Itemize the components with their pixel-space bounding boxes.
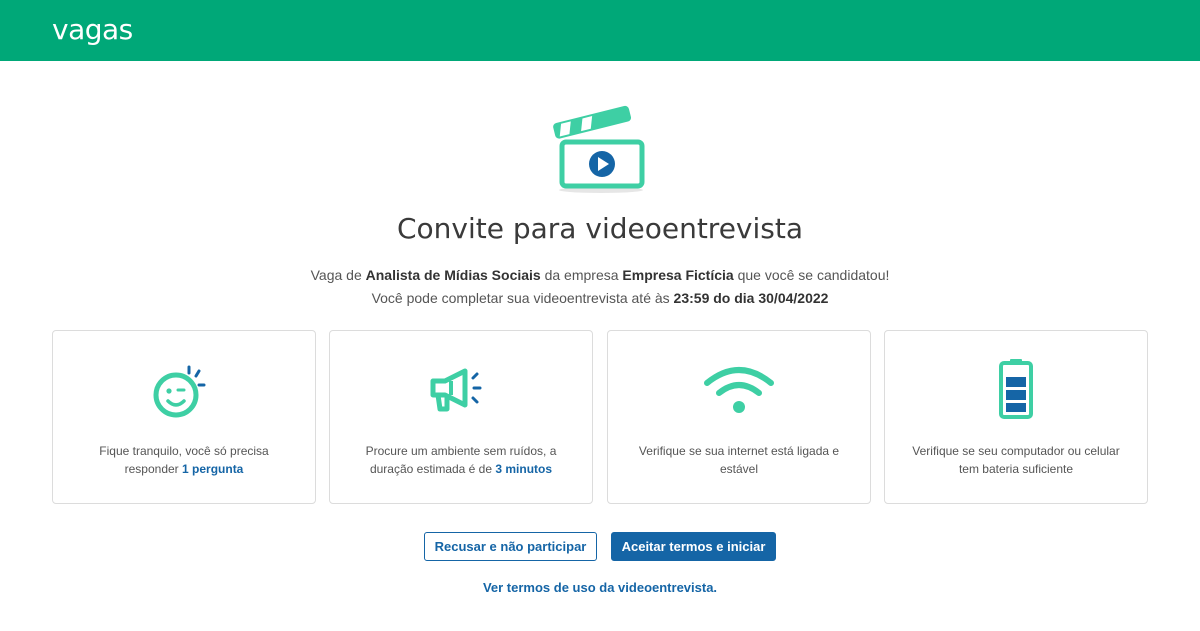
battery-icon	[999, 359, 1033, 419]
clapperboard-play-icon	[548, 98, 658, 198]
tip-text: Verifique se sua internet está ligada e …	[638, 444, 840, 476]
job-line: Vaga de Analista de Mídias Sociais da em…	[310, 267, 890, 283]
wifi-icon	[704, 367, 774, 413]
invite-description: Vaga de Analista de Mídias Sociais da em…	[0, 264, 1200, 310]
page-title: Convite para videoentrevista	[396, 212, 803, 245]
megaphone-icon	[430, 368, 482, 412]
tip-card-battery: Verifique se seu computador ou celular t…	[884, 330, 1148, 504]
tip-card-environment: Procure um ambiente sem ruídos, a duraçã…	[329, 330, 593, 504]
terms-link[interactable]: Ver termos de uso da videoentrevista.	[0, 580, 1200, 595]
tip-text: Fique tranquilo, você só precisa respond…	[99, 444, 269, 476]
tip-card-questions: Fique tranquilo, você só precisa respond…	[52, 330, 316, 504]
deadline: 23:59 do dia 30/04/2022	[673, 290, 829, 306]
smiley-wink-icon	[153, 365, 206, 418]
tip-text: Verifique se seu computador ou celular t…	[912, 444, 1120, 476]
top-bar: vagas	[0, 0, 1200, 61]
job-title: Analista de Mídias Sociais	[365, 267, 541, 283]
decline-button[interactable]: Recusar e não participar	[424, 532, 597, 561]
tip-text: Procure um ambiente sem ruídos, a duraçã…	[365, 444, 557, 476]
deadline-line: Você pode completar sua videoentrevista …	[371, 290, 829, 306]
vagas-logo[interactable]: vagas	[52, 13, 133, 46]
company-name: Empresa Fictícia	[622, 267, 734, 283]
accept-button[interactable]: Aceitar termos e iniciar	[611, 532, 776, 561]
tip-card-internet: Verifique se sua internet está ligada e …	[607, 330, 871, 504]
